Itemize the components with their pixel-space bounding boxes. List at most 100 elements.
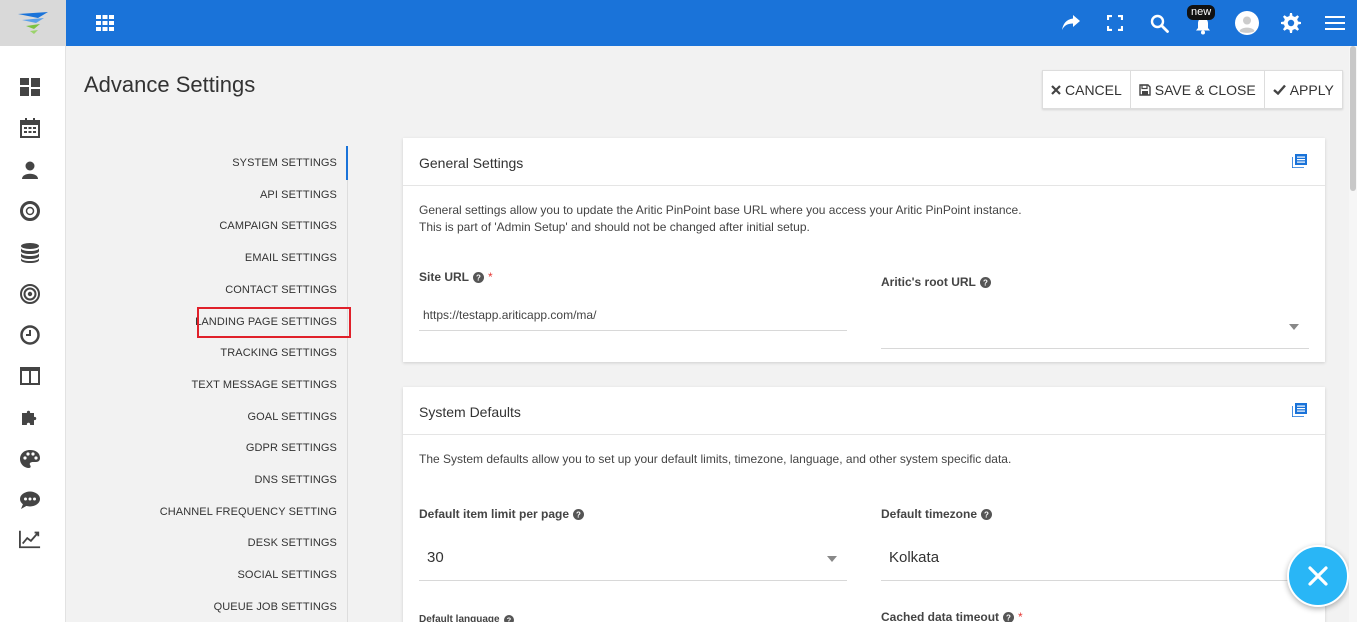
grid-icon [96,15,114,31]
nav-campaigns[interactable] [19,283,41,305]
share-button[interactable] [1049,0,1093,46]
language-label: Default language ? [419,614,514,622]
book-icon [1291,403,1307,418]
page-scrollbar[interactable] [1349,46,1357,622]
help-icon[interactable]: ? [573,508,585,520]
nav-support[interactable] [19,200,41,222]
hamburger-icon [1325,16,1345,30]
nav-contacts[interactable] [19,159,41,181]
menu-goal-settings[interactable]: GOAL SETTINGS [247,411,337,423]
user-avatar-icon [1235,11,1259,35]
menu-campaign-settings[interactable]: CAMPAIGN SETTINGS [219,220,337,232]
avatar[interactable] [1225,0,1269,46]
puzzle-icon [22,410,37,425]
settings-button[interactable] [1269,0,1313,46]
root-url-label: Aritic's root URL ? [881,275,991,289]
nav-calendar[interactable] [19,117,41,139]
nav-plugins[interactable] [19,406,41,428]
general-settings-title: General Settings [419,155,524,171]
nav-reports[interactable] [19,528,41,550]
search-icon [1150,14,1169,33]
apps-grid-button[interactable] [96,15,114,31]
search-button[interactable] [1137,0,1181,46]
lifebuoy-icon [20,201,40,221]
chart-line-icon [19,530,41,549]
close-icon [1308,566,1328,586]
menu-text-message-settings[interactable]: TEXT MESSAGE SETTINGS [191,379,337,391]
help-icon[interactable]: ? [473,271,485,283]
nav-history[interactable] [19,324,41,346]
menu-social-settings[interactable]: SOCIAL SETTINGS [237,569,337,581]
app-logo[interactable] [0,0,66,46]
menu-api-settings[interactable]: API SETTINGS [260,189,337,201]
nav-dashboard[interactable] [19,76,41,98]
apply-label: APPLY [1289,81,1334,98]
menu-tracking-settings[interactable]: TRACKING SETTINGS [220,347,337,359]
menu-channel-frequency-setting[interactable]: CHANNEL FREQUENCY SETTING [160,506,337,518]
menu-queue-job-settings[interactable]: QUEUE JOB SETTINGS [214,601,337,613]
save-close-button[interactable]: SAVE & CLOSE [1131,71,1265,108]
menu-contact-settings[interactable]: CONTACT SETTINGS [225,284,337,296]
clock-icon [20,325,40,345]
nav-layouts[interactable] [19,365,41,387]
item-limit-label: Default item limit per page ? [419,507,585,521]
chevron-down-icon[interactable] [827,556,837,562]
fullscreen-button[interactable] [1093,0,1137,46]
target-icon [20,284,40,304]
docs-button[interactable] [1291,154,1307,173]
item-limit-select[interactable]: 30 [427,549,444,566]
general-settings-header: General Settings [403,138,1325,186]
top-bar: new [0,0,1357,46]
share-icon [1062,15,1080,30]
scrollbar-thumb[interactable] [1350,46,1356,191]
help-icon[interactable]: ? [503,614,514,622]
nav-database[interactable] [19,242,41,264]
close-fab-button[interactable] [1287,545,1349,607]
site-url-input[interactable]: https://testapp.ariticapp.com/ma/ [423,308,596,322]
menu-system-settings[interactable]: SYSTEM SETTINGS [232,157,337,169]
gear-icon [1281,13,1301,33]
database-icon [21,243,39,263]
chevron-down-icon[interactable] [1289,324,1299,330]
timezone-select[interactable]: Kolkata [889,549,939,566]
system-defaults-header: System Defaults [403,387,1325,435]
fullscreen-icon [1107,15,1123,31]
new-badge: new [1187,5,1216,20]
check-icon [1272,84,1286,95]
menu-dns-settings[interactable]: DNS SETTINGS [255,474,338,486]
calendar-icon [20,118,40,138]
nav-chat[interactable] [19,489,41,511]
cancel-label: CANCEL [1065,81,1122,98]
help-icon[interactable]: ? [979,276,991,288]
general-settings-panel: General Settings General settings allow … [403,138,1325,362]
chat-icon [20,491,40,509]
notifications-button[interactable]: new [1181,0,1225,46]
settings-menu: SYSTEM SETTINGS API SETTINGS CAMPAIGN SE… [160,146,348,622]
menu-gdpr-settings[interactable]: GDPR SETTINGS [246,442,337,454]
cache-timeout-label: Cached data timeout ? * [881,610,1023,622]
close-icon [1051,84,1061,95]
help-icon[interactable]: ? [981,508,993,520]
site-url-underline [419,330,847,331]
layout-icon [20,367,40,385]
docs-button[interactable] [1291,403,1307,422]
palette-icon [20,450,40,468]
help-icon[interactable]: ? [1003,611,1015,622]
left-navigation [0,46,66,622]
general-settings-description: General settings allow you to update the… [419,203,1022,234]
menu-email-settings[interactable]: EMAIL SETTINGS [245,252,337,264]
logo-icon [18,12,48,34]
system-defaults-panel: System Defaults The System defaults allo… [403,387,1325,622]
book-icon [1291,154,1307,169]
menu-desk-settings[interactable]: DESK SETTINGS [248,537,337,549]
svg-text:?: ? [984,510,989,519]
nav-themes[interactable] [19,448,41,470]
apply-button[interactable]: APPLY [1265,71,1342,108]
action-button-group: CANCEL SAVE & CLOSE APPLY [1042,70,1343,109]
save-close-label: SAVE & CLOSE [1154,81,1256,98]
site-url-label: Site URL ? * [419,270,493,284]
timezone-underline [881,580,1309,581]
root-url-underline [881,348,1309,349]
cancel-button[interactable]: CANCEL [1043,71,1131,108]
main-menu-button[interactable] [1313,0,1357,46]
